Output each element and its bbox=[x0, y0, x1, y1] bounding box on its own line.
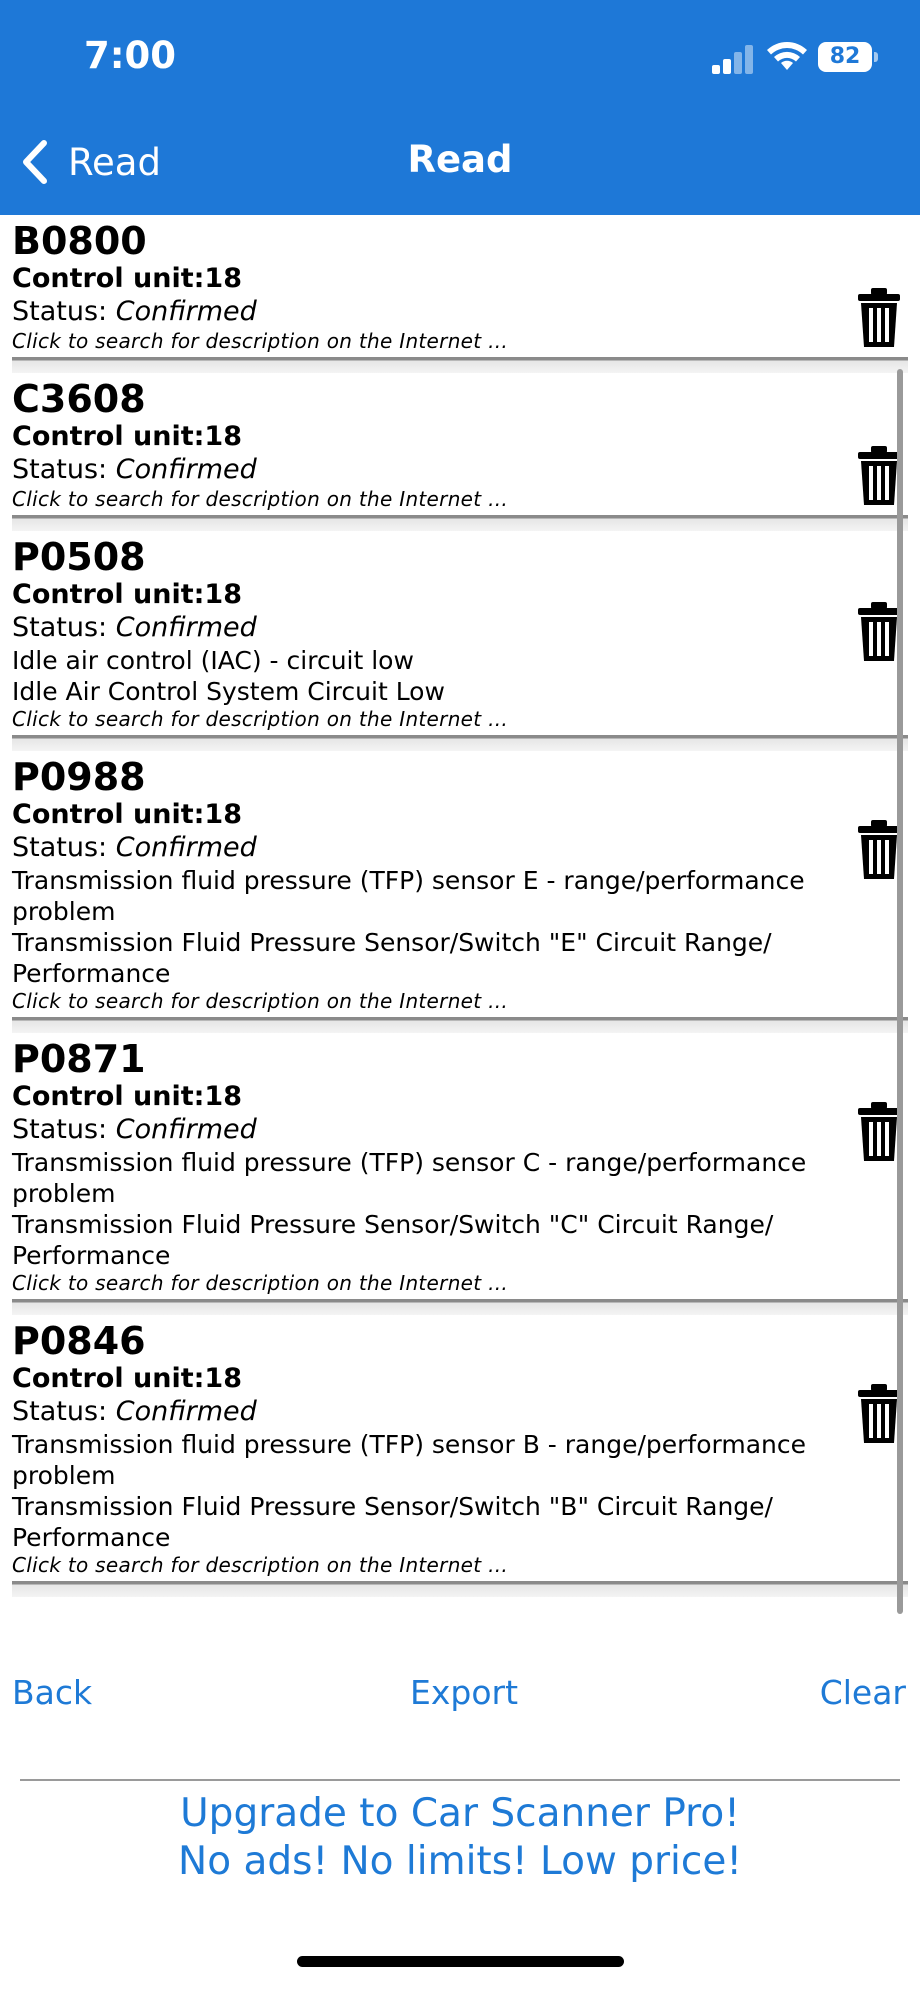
row-separator bbox=[12, 1299, 908, 1315]
trouble-code-item[interactable]: P0846 Control unit:18 Status: Confirmed … bbox=[0, 1315, 920, 1577]
bottom-action-bar: Back Export Clear bbox=[0, 1673, 920, 1733]
status-prefix: Status: bbox=[12, 832, 116, 863]
search-description-link[interactable]: Click to search for description on the I… bbox=[12, 487, 830, 511]
trash-icon[interactable] bbox=[856, 819, 902, 881]
control-unit: Control unit:18 bbox=[12, 421, 242, 452]
search-description-link[interactable]: Click to search for description on the I… bbox=[12, 329, 830, 353]
dtc-code: C3608 bbox=[12, 377, 146, 421]
back-button[interactable]: Back bbox=[12, 1673, 92, 1712]
clear-button[interactable]: Clear bbox=[820, 1673, 906, 1712]
status-prefix: Status: bbox=[12, 612, 116, 643]
row-separator bbox=[12, 735, 908, 751]
trouble-code-item[interactable]: C3608 Control unit:18 Status: Confirmed … bbox=[0, 373, 920, 511]
trouble-code-item[interactable]: P0988 Control unit:18 Status: Confirmed … bbox=[0, 751, 920, 1013]
trash-icon[interactable] bbox=[856, 1383, 902, 1445]
dtc-description: Transmission Fluid Pressure Sensor/Switc… bbox=[12, 1492, 773, 1552]
dtc-code: P0871 bbox=[12, 1037, 146, 1081]
control-unit: Control unit:18 bbox=[12, 1081, 242, 1112]
trouble-code-item[interactable]: P0508 Control unit:18 Status: Confirmed … bbox=[0, 531, 920, 731]
status-line: Status: Confirmed bbox=[12, 1113, 830, 1147]
battery-tip bbox=[874, 52, 878, 62]
status-prefix: Status: bbox=[12, 1396, 116, 1427]
dtc-description: Transmission fluid pressure (TFP) sensor… bbox=[12, 1430, 806, 1490]
row-separator bbox=[12, 515, 908, 531]
trash-icon[interactable] bbox=[856, 1101, 902, 1163]
status-value: Confirmed bbox=[115, 1396, 257, 1427]
status-value: Confirmed bbox=[115, 612, 257, 643]
trouble-code-item[interactable]: P0871 Control unit:18 Status: Confirmed … bbox=[0, 1033, 920, 1295]
cellular-signal-icon bbox=[712, 44, 756, 74]
control-unit: Control unit:18 bbox=[12, 263, 242, 294]
dtc-description: Idle Air Control System Circuit Low bbox=[12, 677, 445, 706]
trouble-code-list: B0800 Control unit:18 Status: Confirmed … bbox=[0, 215, 920, 1597]
list-scrollbar[interactable] bbox=[897, 369, 903, 1614]
search-description-link[interactable]: Click to search for description on the I… bbox=[12, 1553, 830, 1577]
status-prefix: Status: bbox=[12, 454, 116, 485]
navigation-header: 7:00 82 Read Read bbox=[0, 0, 920, 215]
search-description-link[interactable]: Click to search for description on the I… bbox=[12, 1271, 830, 1295]
upgrade-promo-link[interactable]: Upgrade to Car Scanner Pro! No ads! No l… bbox=[0, 1790, 920, 1886]
dtc-code: B0800 bbox=[12, 219, 147, 263]
dtc-description: Transmission fluid pressure (TFP) sensor… bbox=[12, 866, 805, 926]
promo-line-2: No ads! No limits! Low price! bbox=[178, 1839, 742, 1884]
status-prefix: Status: bbox=[12, 296, 116, 327]
status-line: Status: Confirmed bbox=[12, 611, 830, 645]
status-line: Status: Confirmed bbox=[12, 831, 830, 865]
dtc-code: P0508 bbox=[12, 535, 146, 579]
status-value: Confirmed bbox=[115, 832, 257, 863]
page-title: Read bbox=[407, 138, 513, 181]
dtc-description: Transmission fluid pressure (TFP) sensor… bbox=[12, 1148, 807, 1208]
status-time: 7:00 bbox=[84, 34, 177, 77]
trash-icon[interactable] bbox=[856, 445, 902, 507]
battery-icon: 82 bbox=[818, 42, 872, 72]
row-separator bbox=[12, 357, 908, 373]
dtc-description: Idle air control (IAC) - circuit low bbox=[12, 646, 414, 675]
status-line: Status: Confirmed bbox=[12, 1395, 830, 1429]
home-indicator[interactable] bbox=[297, 1956, 624, 1967]
status-line: Status: Confirmed bbox=[12, 295, 830, 329]
trash-icon[interactable] bbox=[856, 601, 902, 663]
trouble-code-item[interactable]: B0800 Control unit:18 Status: Confirmed … bbox=[0, 215, 920, 353]
status-value: Confirmed bbox=[115, 296, 257, 327]
divider bbox=[20, 1779, 900, 1781]
wifi-icon bbox=[767, 42, 807, 70]
status-prefix: Status: bbox=[12, 1114, 116, 1145]
control-unit: Control unit:18 bbox=[12, 579, 242, 610]
dtc-description: Transmission Fluid Pressure Sensor/Switc… bbox=[12, 928, 772, 988]
dtc-code: P0846 bbox=[12, 1319, 146, 1363]
row-separator bbox=[12, 1017, 908, 1033]
status-line: Status: Confirmed bbox=[12, 453, 830, 487]
dtc-code: P0988 bbox=[12, 755, 146, 799]
dtc-description: Transmission Fluid Pressure Sensor/Switc… bbox=[12, 1210, 774, 1270]
trash-icon[interactable] bbox=[856, 287, 902, 349]
control-unit: Control unit:18 bbox=[12, 1363, 242, 1394]
search-description-link[interactable]: Click to search for description on the I… bbox=[12, 707, 830, 731]
status-value: Confirmed bbox=[115, 454, 257, 485]
row-separator bbox=[12, 1581, 908, 1597]
search-description-link[interactable]: Click to search for description on the I… bbox=[12, 989, 830, 1013]
export-button[interactable]: Export bbox=[410, 1673, 518, 1712]
status-value: Confirmed bbox=[115, 1114, 257, 1145]
control-unit: Control unit:18 bbox=[12, 799, 242, 830]
promo-line-1: Upgrade to Car Scanner Pro! bbox=[180, 1791, 740, 1836]
